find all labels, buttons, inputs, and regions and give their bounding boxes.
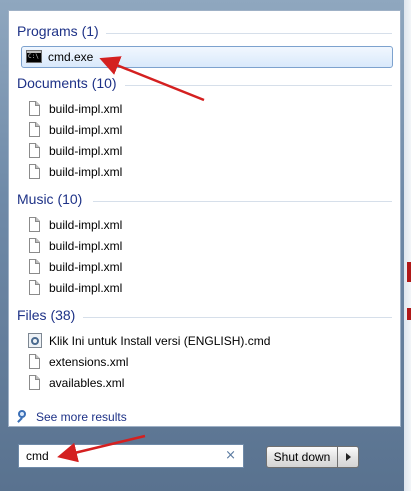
result-label: build-impl.xml (49, 281, 123, 295)
document-icon (27, 217, 43, 233)
result-document[interactable]: build-impl.xml (23, 162, 353, 182)
result-document[interactable]: build-impl.xml (23, 141, 353, 161)
result-document[interactable]: build-impl.xml (23, 99, 353, 119)
result-label: build-impl.xml (49, 144, 123, 158)
result-music[interactable]: build-impl.xml (23, 215, 353, 235)
document-icon (27, 280, 43, 296)
desktop-background-strip (404, 0, 411, 491)
result-label: extensions.xml (49, 355, 129, 369)
shut-down-button[interactable]: Shut down (266, 446, 338, 468)
group-header-music: Music (10) (17, 191, 83, 207)
desktop-red-element (407, 308, 411, 320)
document-icon (27, 164, 43, 180)
group-divider (93, 201, 392, 202)
result-label: build-impl.xml (49, 102, 123, 116)
document-icon (27, 259, 43, 275)
result-music[interactable]: build-impl.xml (23, 236, 353, 256)
document-icon (27, 101, 43, 117)
group-header-files: Files (38) (17, 307, 76, 323)
result-music[interactable]: build-impl.xml (23, 278, 353, 298)
group-header-documents: Documents (10) (17, 75, 117, 91)
result-file[interactable]: availables.xml (23, 373, 353, 393)
result-label: build-impl.xml (49, 123, 123, 137)
result-document[interactable]: build-impl.xml (23, 120, 353, 140)
result-label: Klik Ini untuk Install versi (ENGLISH).c… (49, 334, 271, 348)
document-icon (27, 375, 43, 391)
group-divider (125, 85, 392, 86)
result-label: build-impl.xml (49, 260, 123, 274)
result-label: build-impl.xml (49, 218, 123, 232)
search-input[interactable]: cmd × (18, 444, 244, 468)
result-label: cmd.exe (48, 50, 94, 64)
document-icon (27, 122, 43, 138)
result-label: build-impl.xml (49, 165, 123, 179)
see-more-label: See more results (36, 410, 127, 424)
result-label: availables.xml (49, 376, 125, 390)
document-icon (27, 238, 43, 254)
document-icon (27, 143, 43, 159)
document-icon (27, 354, 43, 370)
setup-file-icon (27, 333, 43, 349)
group-header-programs: Programs (1) (17, 23, 99, 39)
desktop-red-element (407, 262, 411, 282)
result-file[interactable]: extensions.xml (23, 352, 353, 372)
clear-search-icon[interactable]: × (225, 448, 236, 463)
search-results-panel: Programs (1) C:\ cmd.exe Documents (10) … (8, 10, 401, 427)
result-file[interactable]: Klik Ini untuk Install versi (ENGLISH).c… (23, 331, 393, 351)
see-more-results-link[interactable]: See more results (17, 410, 127, 424)
group-divider (83, 317, 392, 318)
result-cmd-exe[interactable]: C:\ cmd.exe (21, 46, 393, 68)
start-menu: Programs (1) C:\ cmd.exe Documents (10) … (0, 0, 404, 491)
cmd-icon: C:\ (26, 49, 42, 65)
search-input-value: cmd (26, 449, 49, 463)
result-music[interactable]: build-impl.xml (23, 257, 353, 277)
result-label: build-impl.xml (49, 239, 123, 253)
search-icon (17, 410, 31, 424)
shut-down-options-arrow-icon[interactable] (337, 446, 359, 468)
group-divider (106, 33, 392, 34)
